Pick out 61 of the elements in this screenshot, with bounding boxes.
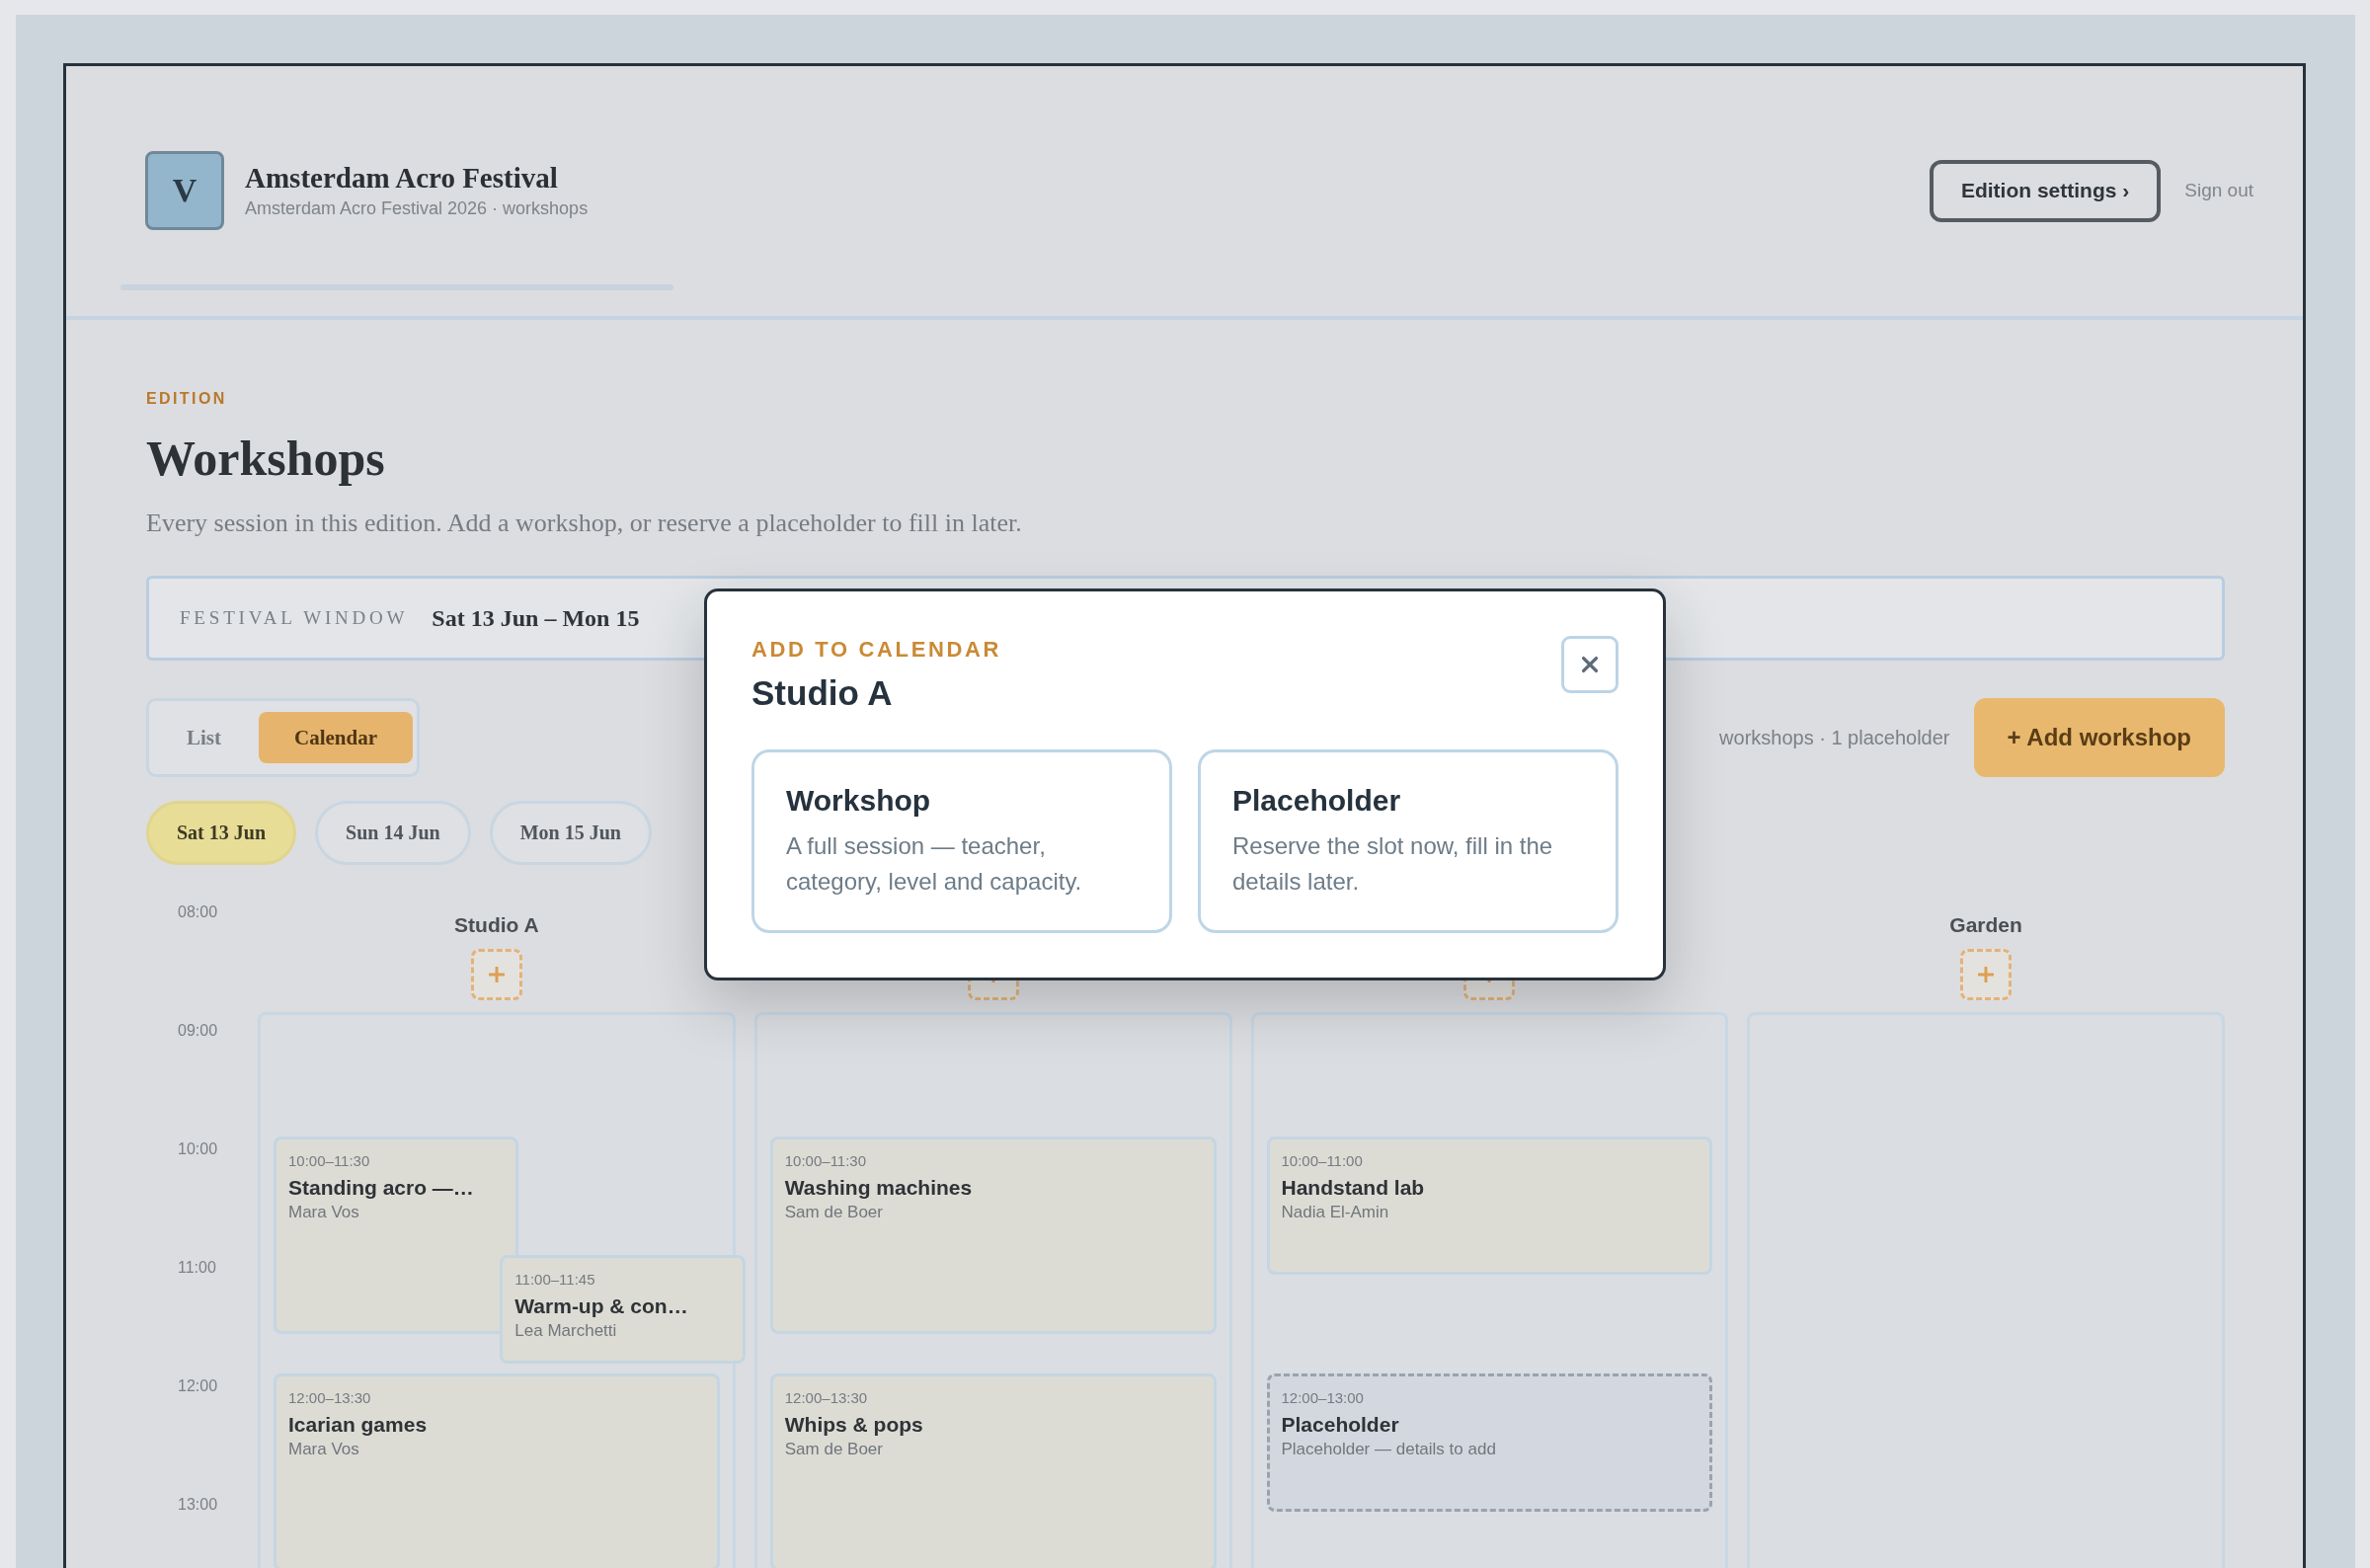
event-title: Handstand lab	[1281, 1175, 1425, 1201]
event-subtitle: Placeholder — details to add	[1281, 1439, 1496, 1460]
column-name: Studio A	[454, 912, 539, 938]
plus-icon	[1978, 967, 1995, 982]
hour-label: 13:00	[178, 1496, 218, 1513]
hour-label: 12:00	[178, 1377, 218, 1394]
hour-label: 08:00	[178, 903, 218, 920]
dialog-title: Studio A	[751, 671, 893, 714]
edition-subtitle: Amsterdam Acro Festival 2026 · workshops	[245, 197, 589, 220]
close-icon	[1581, 655, 1599, 673]
event-card[interactable]: 12:00–13:00 Placeholder Placeholder — details to add	[1266, 1373, 1713, 1512]
option-title: Workshop	[786, 782, 931, 819]
option-title: Placeholder	[1232, 782, 1401, 819]
event-subtitle: Mara Vos	[288, 1439, 359, 1460]
day-tab[interactable]: Mon 15 Jun	[489, 801, 652, 865]
edition-settings-button[interactable]: Edition settings ›	[1929, 159, 2162, 222]
hour-label: 09:00	[178, 1022, 218, 1039]
event-subtitle: Nadia El-Amin	[1281, 1202, 1389, 1223]
hour-label: 11:00	[178, 1259, 216, 1276]
event-card[interactable]: 12:00–13:30 Icarian games Mara Vos	[274, 1373, 720, 1568]
add-workshop-button[interactable]: + Add workshop	[1973, 698, 2225, 777]
event-time: 10:00–11:00	[1281, 1151, 1363, 1171]
close-button[interactable]	[1561, 635, 1619, 693]
event-card[interactable]: 10:00–11:30 Washing machines Sam de Boer	[769, 1137, 1217, 1334]
event-card[interactable]: 10:00–11:00 Handstand lab Nadia El-Amin	[1266, 1137, 1713, 1275]
event-card[interactable]: 11:00–11:45 Warm-up & con… Lea Marchetti	[500, 1255, 746, 1364]
festival-name: Amsterdam Acro Festival	[245, 161, 559, 195]
page-title: Workshops	[146, 430, 386, 488]
event-card[interactable]: 12:00–13:30 Whips & pops Sam de Boer	[769, 1373, 1217, 1568]
event-subtitle: Sam de Boer	[784, 1202, 883, 1223]
event-title: Placeholder	[1281, 1412, 1399, 1438]
day-tab[interactable]: Sun 14 Jun	[315, 801, 471, 865]
event-time: 10:00–11:30	[288, 1151, 370, 1171]
add-event-button[interactable]	[470, 949, 522, 1000]
event-time: 12:00–13:00	[1281, 1388, 1364, 1408]
event-subtitle: Mara Vos	[288, 1202, 359, 1223]
event-time: 12:00–13:30	[784, 1388, 868, 1408]
option-description: Reserve the slot now, fill in the details later.	[1232, 830, 1554, 897]
festival-window-label: FESTIVAL WINDOW	[180, 607, 409, 629]
add-event-button[interactable]	[1960, 949, 2013, 1000]
option-description: A full session — teacher, category, level and capacity.	[786, 830, 1083, 897]
event-title: Icarian games	[288, 1412, 428, 1438]
section-eyebrow: EDITION	[146, 389, 228, 409]
festival-window-dates: Sat 13 Jun – Mon 15	[432, 604, 640, 632]
event-time: 10:00–11:30	[784, 1151, 867, 1171]
event-title: Standing acro —…	[288, 1175, 474, 1201]
event-time: 12:00–13:30	[288, 1388, 371, 1408]
page-description: Every session in this edition. Add a workshop, or reserve a placeholder to fill in later.	[146, 508, 1023, 539]
workshop-count: workshops · 1 placeholder	[1719, 726, 1950, 749]
logo: V	[145, 151, 224, 230]
event-title: Washing machines	[784, 1175, 973, 1201]
event-subtitle: Sam de Boer	[784, 1439, 883, 1460]
plus-icon	[488, 967, 505, 982]
option-card[interactable]: Placeholder Reserve the slot now, fill in the details later.	[1198, 748, 1619, 933]
dialog-eyebrow: ADD TO CALENDAR	[751, 635, 1002, 664]
view-tab[interactable]: Calendar	[259, 712, 413, 763]
column-name: Garden	[1949, 912, 2022, 938]
option-card[interactable]: Workshop A full session — teacher, category, level and capacity.	[751, 748, 1172, 933]
day-tab[interactable]: Sat 13 Jun	[146, 801, 297, 865]
event-title: Whips & pops	[784, 1412, 923, 1438]
hour-label: 10:00	[178, 1140, 218, 1157]
